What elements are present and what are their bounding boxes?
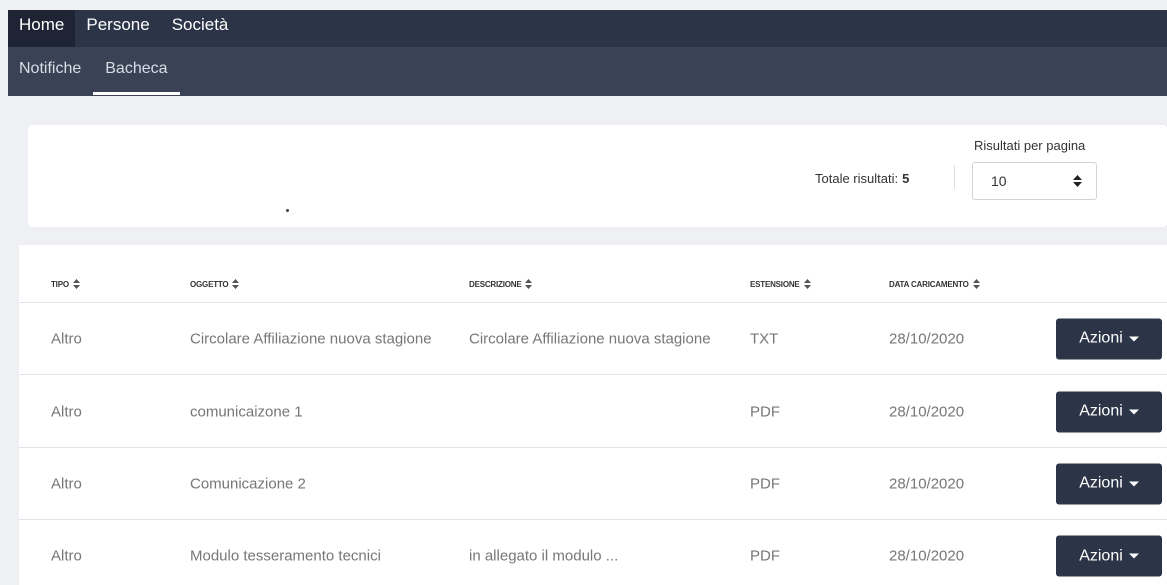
azioni-dropdown-button[interactable]: Azioni: [1056, 463, 1162, 504]
column-label: ESTENSIONE: [750, 279, 800, 289]
sort-icon: [72, 279, 80, 289]
column-header-descrizione[interactable]: DESCRIZIONE: [469, 279, 533, 289]
total-results-value: 5: [902, 171, 910, 186]
column-header-estensione[interactable]: ESTENSIONE: [750, 279, 811, 289]
total-results-label: Totale risultati:: [815, 171, 899, 186]
table-row: Altro Circolare Affiliazione nuova stagi…: [19, 303, 1167, 375]
tab-bacheca[interactable]: Bacheca: [93, 47, 180, 96]
per-page-label: Risultati per pagina: [974, 138, 1086, 153]
azioni-dropdown-button[interactable]: Azioni: [1056, 535, 1162, 577]
sub-navbar: Notifiche Bacheca: [8, 47, 1167, 96]
cell-data: 28/10/2020: [889, 330, 965, 347]
caret-down-icon: [1128, 481, 1139, 486]
results-table: TIPO OGGETTO DESCRIZIONE ESTENSIONE DATA…: [19, 245, 1167, 585]
column-header-tipo[interactable]: TIPO: [51, 279, 80, 289]
caret-down-icon: [1128, 553, 1139, 559]
cell-estensione: PDF: [750, 403, 780, 420]
sort-icon: [803, 279, 811, 289]
filter-panel: Totale risultati: 5 Risultati per pagina…: [28, 125, 1167, 227]
divider: [954, 165, 955, 189]
caret-down-icon: [1128, 409, 1139, 414]
sort-icon: [972, 279, 980, 289]
column-header-oggetto[interactable]: OGGETTO: [190, 279, 240, 289]
azioni-dropdown-button[interactable]: Azioni: [1056, 391, 1162, 432]
cell-data: 28/10/2020: [889, 403, 965, 420]
sort-icon: [525, 279, 533, 289]
sort-updown-icon: [1073, 175, 1082, 187]
cell-tipo: Altro: [51, 403, 82, 420]
cell-tipo: Altro: [51, 547, 82, 565]
column-label: OGGETTO: [190, 279, 229, 289]
top-navbar: Home Persone Società: [8, 10, 1167, 47]
azioni-label: Azioni: [1079, 329, 1123, 347]
azioni-label: Azioni: [1079, 402, 1123, 420]
cell-oggetto: Comunicazione 2: [190, 475, 306, 492]
cell-estensione: PDF: [750, 547, 780, 565]
cell-data: 28/10/2020: [889, 547, 965, 565]
azioni-label: Azioni: [1079, 547, 1123, 564]
cell-data: 28/10/2020: [889, 475, 965, 492]
cell-oggetto: Circolare Affiliazione nuova stagione: [190, 330, 432, 347]
nav-item-societa[interactable]: Società: [161, 10, 240, 47]
table-row: Altro Comunicazione 2 PDF 28/10/2020 Azi…: [19, 448, 1167, 520]
nav-item-home[interactable]: Home: [8, 10, 76, 47]
cell-tipo: Altro: [51, 330, 82, 347]
per-page-select[interactable]: 10: [972, 162, 1097, 200]
main-nav: Home Persone Società: [8, 10, 1167, 47]
column-label: DESCRIZIONE: [469, 279, 522, 289]
table-row: Altro comunicaizone 1 PDF 28/10/2020 Azi…: [19, 376, 1167, 448]
cell-oggetto: Modulo tesseramento tecnici: [190, 547, 381, 565]
azioni-dropdown-button[interactable]: Azioni: [1056, 318, 1162, 359]
azioni-label: Azioni: [1079, 474, 1123, 492]
cell-descrizione: in allegato il modulo ...: [469, 547, 619, 565]
per-page-value: 10: [991, 173, 1007, 189]
cell-descrizione: Circolare Affiliazione nuova stagione: [469, 330, 711, 347]
sub-nav: Notifiche Bacheca: [8, 47, 1167, 96]
cell-oggetto: comunicaizone 1: [190, 403, 303, 420]
nav-item-persone[interactable]: Persone: [75, 10, 160, 47]
caret-down-icon: [1128, 336, 1139, 341]
cell-estensione: TXT: [750, 330, 779, 347]
column-label: DATA CARICAMENTO: [889, 279, 969, 289]
dot-mark: [286, 209, 289, 212]
cell-tipo: Altro: [51, 475, 82, 492]
column-label: TIPO: [51, 279, 69, 289]
total-results: Totale risultati: 5: [815, 171, 909, 186]
table-header: TIPO OGGETTO DESCRIZIONE ESTENSIONE DATA…: [19, 245, 1167, 303]
column-header-data-caricamento[interactable]: DATA CARICAMENTO: [889, 279, 980, 289]
table-row: Altro Modulo tesseramento tecnici in all…: [19, 520, 1167, 585]
sort-icon: [232, 279, 240, 289]
cell-estensione: PDF: [750, 475, 780, 492]
tab-notifiche[interactable]: Notifiche: [8, 47, 93, 96]
